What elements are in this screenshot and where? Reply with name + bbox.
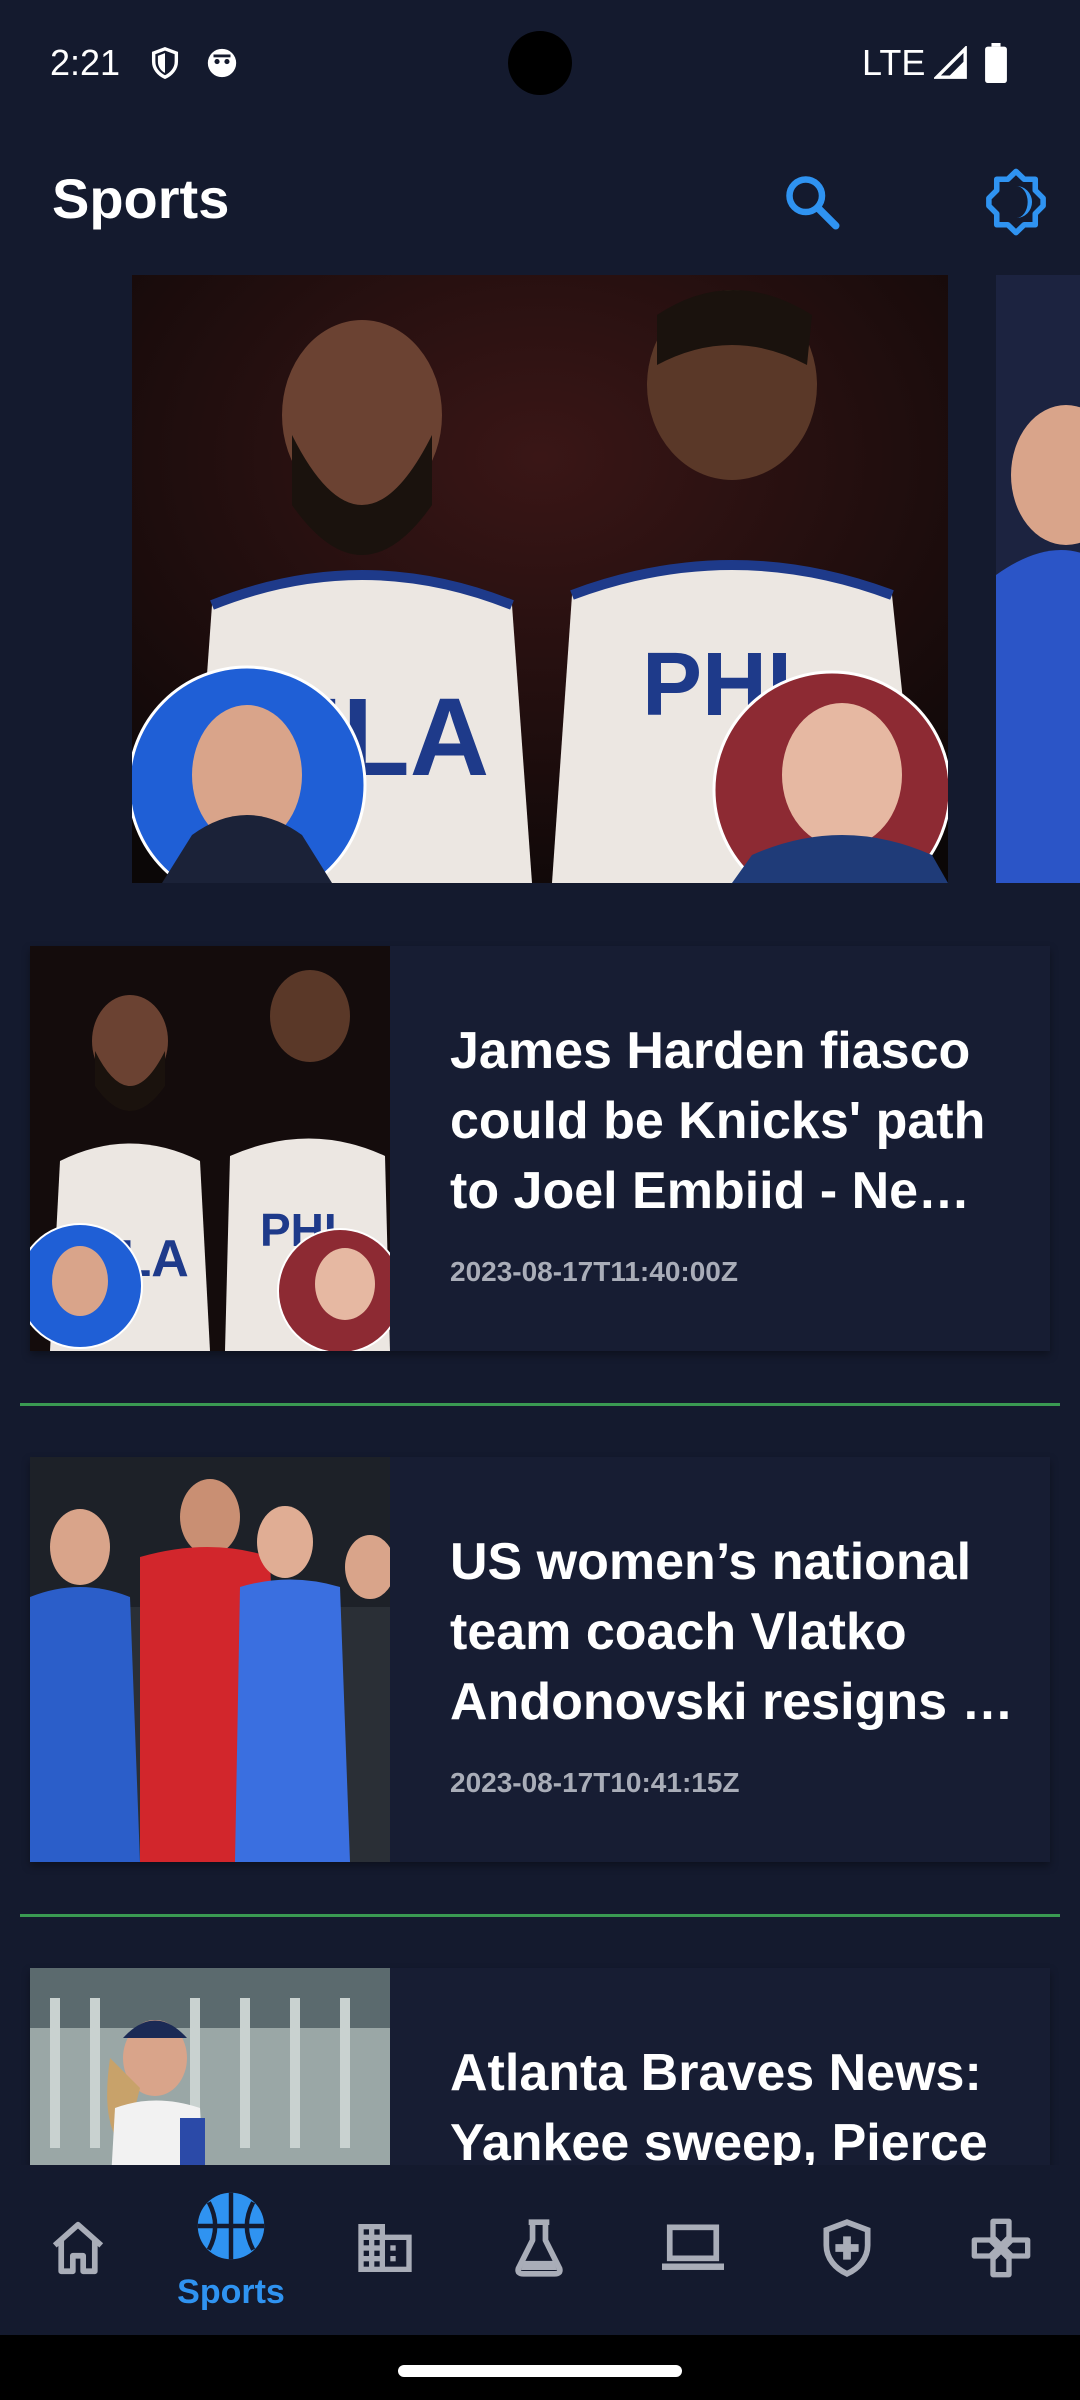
gamepad-icon	[969, 2216, 1033, 2285]
news-date: 2023-08-17T11:40:00Z	[450, 1256, 738, 1287]
camera-cutout	[508, 31, 572, 95]
home-icon	[47, 2217, 109, 2284]
science-icon	[508, 2217, 570, 2284]
nav-item-business[interactable]	[310, 2165, 460, 2335]
news-title: US women’s national team coach Vlatko An…	[450, 1533, 1014, 1731]
bottom-navigation: Sports	[0, 2165, 1080, 2335]
news-title: James Harden fiasco could be Knicks' pat…	[450, 1022, 986, 1220]
business-icon	[353, 2216, 417, 2285]
status-time: 2:21	[50, 42, 121, 83]
brightness-icon	[981, 167, 1051, 242]
news-thumbnail	[30, 1457, 390, 1862]
battery-icon	[985, 43, 1007, 88]
carousel-item-harden[interactable]: ILA PHI	[132, 275, 948, 883]
laptop-icon	[658, 2217, 728, 2284]
shield-icon	[148, 45, 182, 86]
nav-item-technology[interactable]	[618, 2165, 768, 2335]
search-button[interactable]	[772, 164, 852, 244]
news-title: Atlanta Braves News: Yankee sweep, Pierc…	[450, 2044, 988, 2165]
nav-item-sports[interactable]: Sports	[156, 2165, 306, 2335]
app-bar: Sports	[0, 140, 1080, 260]
nav-label: Sports	[177, 2273, 285, 2311]
network-type: LTE	[862, 42, 926, 83]
coach-photo	[996, 275, 1080, 883]
news-thumbnail	[30, 1968, 390, 2165]
harden-embiid-photo: ILA PHI	[132, 275, 948, 883]
page-title: Sports	[52, 167, 230, 230]
divider	[20, 1914, 1060, 1917]
signal-icon	[932, 44, 968, 85]
news-thumbnail: ILA PHI	[30, 946, 390, 1351]
news-card[interactable]: ILA PHI James Harden fiasco could be Kni…	[30, 946, 1050, 1351]
nav-item-science[interactable]	[464, 2165, 614, 2335]
news-date: 2023-08-17T10:41:15Z	[450, 1767, 740, 1798]
featured-carousel[interactable]: ILA PHI	[0, 275, 1080, 883]
home-gesture-handle[interactable]	[398, 2365, 682, 2377]
search-icon	[782, 172, 842, 237]
news-list: ILA PHI James Harden fiasco could be Kni…	[0, 940, 1080, 2165]
nav-item-entertainment[interactable]	[926, 2165, 1076, 2335]
nav-item-health[interactable]	[772, 2165, 922, 2335]
theme-toggle-button[interactable]	[976, 164, 1056, 244]
health-shield-icon	[816, 2217, 878, 2284]
nav-item-home[interactable]	[3, 2165, 153, 2335]
assistant-icon	[205, 46, 239, 85]
carousel-item-next[interactable]	[996, 275, 1080, 883]
status-bar: 2:21 LTE	[0, 0, 1080, 128]
news-card[interactable]: Atlanta Braves News: Yankee sweep, Pierc…	[30, 1968, 1050, 2165]
news-card[interactable]: US women’s national team coach Vlatko An…	[30, 1457, 1050, 1862]
divider	[20, 1403, 1060, 1406]
gesture-area	[0, 2335, 1080, 2400]
basketball-icon	[193, 2188, 269, 2269]
